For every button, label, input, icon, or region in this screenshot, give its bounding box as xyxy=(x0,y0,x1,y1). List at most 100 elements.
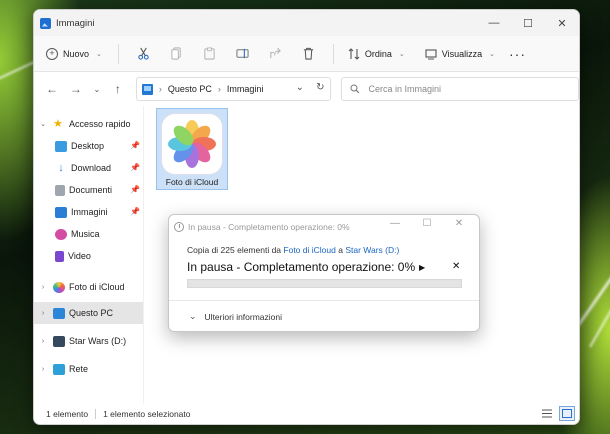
sidebar-item-this-pc[interactable]: › Questo PC xyxy=(34,302,143,324)
more-details-label: Ulteriori informazioni xyxy=(204,311,283,322)
window-title: Immagini xyxy=(56,17,95,29)
sidebar-item-label: Foto di iCloud xyxy=(69,282,125,292)
resume-button[interactable]: ▶ xyxy=(419,263,425,272)
address-row: ← → ⌄ ↑ › Questo PC › Immagini ⌄ ↻ Cerca… xyxy=(34,72,579,106)
destination-link[interactable]: Star Wars (D:) xyxy=(345,245,399,255)
sidebar-item-desktop[interactable]: Desktop 📌 xyxy=(34,135,143,157)
navigation-pane: ⌄ ★ Accesso rapido Desktop 📌 ↓ Download … xyxy=(34,106,144,404)
rename-icon xyxy=(236,48,249,59)
chevron-down-icon: ⌄ xyxy=(93,84,101,94)
arrow-left-icon: ← xyxy=(45,82,58,96)
dialog-minimize-button[interactable]: — xyxy=(379,218,411,229)
rename-button[interactable] xyxy=(226,41,259,67)
tiles-view-button[interactable] xyxy=(559,406,575,421)
close-button[interactable]: ✕ xyxy=(545,10,579,36)
sort-button[interactable]: Ordina ⌄ xyxy=(342,41,411,67)
chevron-right-icon[interactable]: › xyxy=(38,284,48,291)
dialog-title: In pausa - Completamento operazione: 0% xyxy=(188,222,350,232)
toolbar-divider xyxy=(117,43,119,64)
paste-button[interactable] xyxy=(193,41,226,67)
search-placeholder: Cerca in Immagini xyxy=(368,84,441,94)
file-item-icloud-photos[interactable]: Foto di iCloud xyxy=(156,108,228,190)
title-bar: Immagini — ☐ ✕ xyxy=(34,10,579,36)
sidebar-item-label: Star Wars (D:) xyxy=(69,336,127,346)
cancel-button[interactable]: ✕ xyxy=(452,261,460,272)
arrow-up-icon: ↑ xyxy=(114,82,121,96)
sidebar-item-label: Questo PC xyxy=(69,308,114,318)
details-view-button[interactable] xyxy=(539,406,555,421)
window-controls: — ☐ ✕ xyxy=(477,10,579,36)
dialog-maximize-button[interactable]: ☐ xyxy=(411,218,443,229)
pin-icon: 📌 xyxy=(130,163,140,172)
paste-icon xyxy=(204,47,215,60)
forward-button[interactable]: → xyxy=(64,77,88,101)
new-label: Nuovo xyxy=(63,48,90,59)
sidebar-item-pictures[interactable]: Immagini 📌 xyxy=(34,201,143,223)
cut-button[interactable] xyxy=(127,41,160,67)
view-button[interactable]: Visualizza ⌄ xyxy=(419,41,501,67)
sidebar-item-music[interactable]: Musica xyxy=(34,223,143,245)
sort-label: Ordina xyxy=(364,48,392,59)
video-icon xyxy=(55,250,64,262)
toolbar-divider xyxy=(332,43,334,64)
up-button[interactable]: ↑ xyxy=(106,77,130,101)
command-bar: + Nuovo ⌄ Ordina ⌄ Visualizza ⌄ ··· xyxy=(34,36,579,72)
source-link[interactable]: Foto di iCloud xyxy=(283,245,335,255)
plus-icon: + xyxy=(46,47,58,60)
recent-locations-button[interactable]: ⌄ xyxy=(88,77,106,101)
back-button[interactable]: ← xyxy=(40,77,64,101)
sidebar-item-network[interactable]: › Rete xyxy=(34,355,143,383)
chevron-right-icon[interactable]: › xyxy=(38,338,48,345)
breadcrumb-separator: › xyxy=(158,84,162,94)
delete-button[interactable] xyxy=(292,41,325,67)
pictures-icon xyxy=(55,206,67,218)
dialog-close-button[interactable]: ✕ xyxy=(443,218,475,229)
progress-bar xyxy=(187,279,462,288)
sidebar-item-quick-access[interactable]: ⌄ ★ Accesso rapido xyxy=(34,113,143,135)
sidebar-item-documents[interactable]: Documenti 📌 xyxy=(34,179,143,201)
address-bar[interactable]: › Questo PC › Immagini ⌄ ↻ xyxy=(135,77,332,101)
sidebar-item-video[interactable]: Video xyxy=(34,245,143,267)
dialog-window-controls: — ☐ ✕ xyxy=(379,218,475,229)
sidebar-item-download[interactable]: ↓ Download 📌 xyxy=(34,157,143,179)
chevron-down-icon: ⌄ xyxy=(398,50,405,58)
more-options-button[interactable]: ··· xyxy=(509,46,526,62)
chevron-right-icon[interactable]: › xyxy=(38,366,48,373)
search-box[interactable]: Cerca in Immagini xyxy=(341,77,579,101)
sidebar-item-label: Accesso rapido xyxy=(69,119,131,129)
chevron-down-icon: ⌄ xyxy=(96,50,102,58)
sidebar-item-icloud-photos[interactable]: › Foto di iCloud xyxy=(34,273,143,301)
music-icon xyxy=(55,228,67,240)
copy-description-mid: a xyxy=(335,245,346,255)
sidebar-item-label: Video xyxy=(68,251,91,261)
copy-description: Copia di 225 elementi da xyxy=(187,245,284,255)
sidebar-item-label: Immagini xyxy=(71,207,108,217)
breadcrumb-pictures[interactable]: Immagini xyxy=(227,84,264,94)
details-view-icon xyxy=(542,409,552,418)
chevron-down-icon[interactable]: ⌄ xyxy=(296,82,304,93)
new-button[interactable]: + Nuovo ⌄ xyxy=(44,41,110,67)
view-icon xyxy=(425,48,437,60)
sidebar-item-label: Rete xyxy=(69,364,89,374)
chevron-down-icon[interactable]: ⌄ xyxy=(38,120,48,128)
status-bar: 1 elemento 1 elemento selezionato xyxy=(34,404,579,424)
chevron-right-icon[interactable]: › xyxy=(38,310,48,317)
pictures-app-icon xyxy=(40,17,51,29)
minimize-button[interactable]: — xyxy=(477,10,511,36)
chevron-down-icon: ⌄ xyxy=(489,50,496,58)
refresh-icon[interactable]: ↻ xyxy=(316,82,324,93)
more-details-button[interactable]: ⌄ Ulteriori informazioni xyxy=(189,311,282,322)
tiles-view-icon xyxy=(562,409,572,418)
sidebar-item-star-wars-drive[interactable]: › Star Wars (D:) xyxy=(34,327,143,355)
item-count: 1 elemento xyxy=(46,409,89,419)
photos-app-icon xyxy=(162,114,222,174)
desktop-icon xyxy=(55,140,67,152)
copy-button[interactable] xyxy=(160,41,193,67)
dialog-title-bar: In pausa - Completamento operazione: 0% … xyxy=(169,215,479,239)
documents-icon xyxy=(55,184,65,196)
breadcrumb-this-pc[interactable]: Questo PC xyxy=(168,84,212,94)
chevron-down-icon: ⌄ xyxy=(189,311,197,321)
share-button[interactable] xyxy=(259,41,292,67)
sort-icon xyxy=(348,47,360,60)
maximize-button[interactable]: ☐ xyxy=(511,10,545,36)
